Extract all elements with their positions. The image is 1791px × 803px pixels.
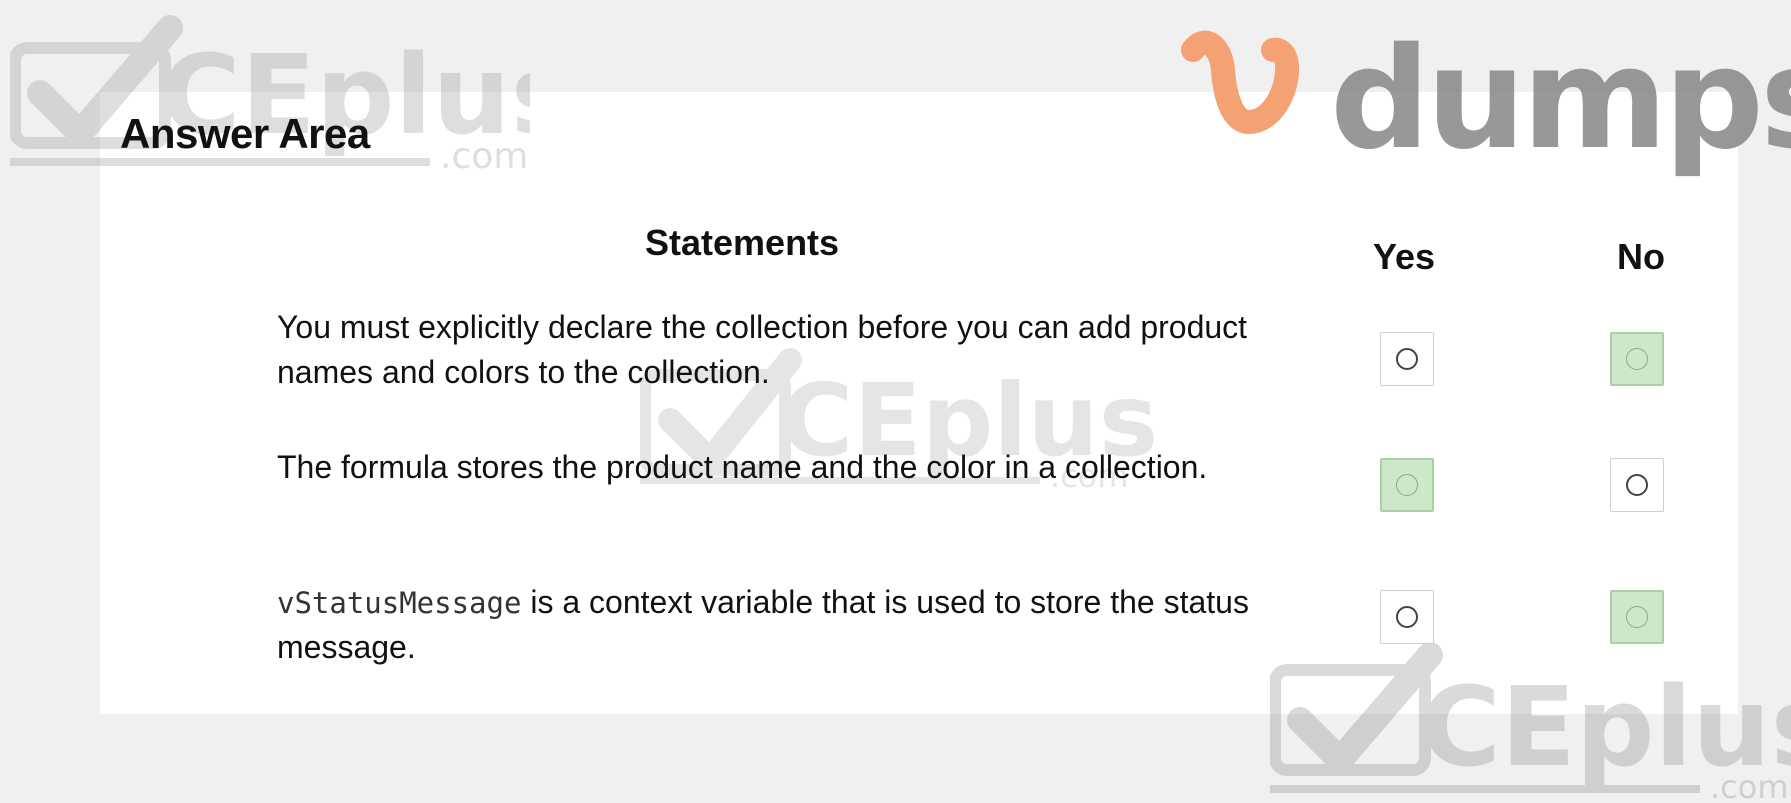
row-3-no-option[interactable] xyxy=(1610,590,1664,644)
statement-1-text: You must explicitly declare the collecti… xyxy=(277,309,1248,390)
statement-2: The formula stores the product name and … xyxy=(277,445,1327,490)
radio-icon xyxy=(1396,606,1418,628)
statement-3-code: vStatusMessage xyxy=(277,586,522,620)
row-2-yes-option[interactable] xyxy=(1380,458,1434,512)
row-1-no-option[interactable] xyxy=(1610,332,1664,386)
statement-1: You must explicitly declare the collecti… xyxy=(277,305,1327,394)
radio-icon xyxy=(1626,606,1648,628)
answer-area-title: Answer Area xyxy=(120,110,370,157)
radio-icon xyxy=(1626,348,1648,370)
v-logo-icon xyxy=(1181,30,1300,135)
radio-icon xyxy=(1626,474,1648,496)
row-2-no-option[interactable] xyxy=(1610,458,1664,512)
yes-header: Yes xyxy=(1373,236,1436,277)
vdumps-brand-text: dumps xyxy=(1330,18,1791,181)
statements-header: Statements xyxy=(645,222,840,263)
radio-icon xyxy=(1396,474,1418,496)
row-1-yes-option[interactable] xyxy=(1380,332,1434,386)
row-3-yes-option[interactable] xyxy=(1380,590,1434,644)
ceplus-watermark-suffix: .com xyxy=(1710,768,1789,803)
statement-2-text: The formula stores the product name and … xyxy=(277,449,1208,485)
no-header: No xyxy=(1617,236,1665,277)
statement-3: vStatusMessage is a context variable tha… xyxy=(277,580,1327,669)
radio-icon xyxy=(1396,348,1418,370)
